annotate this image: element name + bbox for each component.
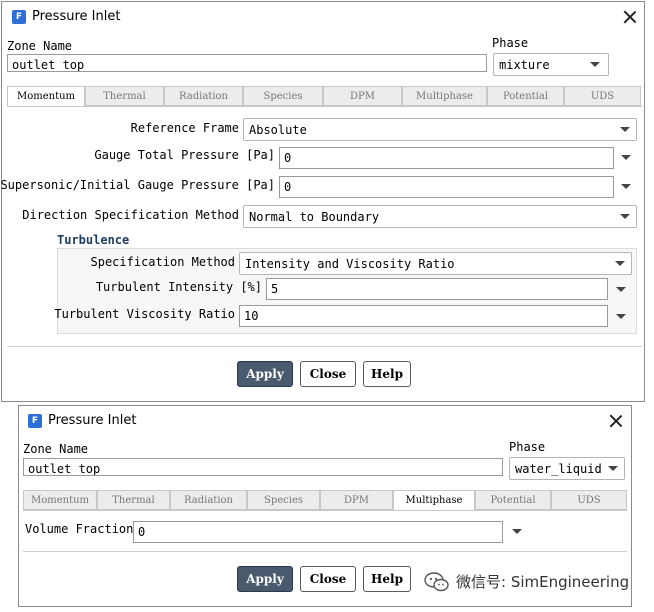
specification-method-label: Specification Method (90, 255, 236, 269)
phase-value: water_liquid (515, 462, 602, 476)
zone-name-label: Zone Name (23, 442, 89, 456)
close-icon[interactable] (608, 413, 624, 429)
zone-name-field[interactable]: outlet_top (7, 54, 487, 72)
phase-value: mixture (499, 58, 550, 72)
zone-name-field[interactable]: outlet_top (23, 458, 503, 476)
close-button[interactable]: Close (300, 566, 356, 592)
turbulent-intensity-field[interactable]: 5 (266, 278, 608, 300)
chevron-down-icon[interactable] (621, 155, 631, 160)
tab-species[interactable]: Species (243, 86, 323, 106)
direction-method-dropdown[interactable]: Normal to Boundary (243, 205, 637, 228)
chevron-down-icon (608, 466, 618, 471)
turbulent-intensity-label: Turbulent Intensity [%] (95, 280, 262, 294)
title-bar: F Pressure Inlet (19, 406, 631, 436)
direction-method-value: Normal to Boundary (249, 210, 380, 224)
chevron-down-icon (620, 214, 630, 219)
fluent-app-icon: F (12, 10, 26, 24)
reference-frame-label: Reference Frame (130, 121, 239, 135)
tab-potential[interactable]: Potential (475, 490, 551, 510)
tab-uds[interactable]: UDS (551, 490, 627, 510)
volume-fraction-label: Volume Fraction (25, 522, 134, 536)
supersonic-pressure-label: Supersonic/Initial Gauge Pressure [Pa] (0, 178, 275, 192)
phase-label: Phase (509, 440, 546, 454)
phase-dropdown[interactable]: mixture (493, 53, 609, 76)
supersonic-pressure-field[interactable]: 0 (279, 176, 614, 198)
tab-momentum[interactable]: Momentum (7, 86, 85, 107)
tab-potential[interactable]: Potential (487, 86, 564, 106)
dialog-title: Pressure Inlet (32, 9, 121, 24)
chevron-down-icon (615, 261, 625, 266)
chevron-down-icon (620, 127, 630, 132)
chevron-down-icon[interactable] (512, 529, 522, 534)
tab-thermal[interactable]: Thermal (85, 86, 164, 106)
gauge-total-pressure-field[interactable]: 0 (279, 147, 614, 169)
tab-panel-border (7, 106, 642, 107)
tab-multiphase[interactable]: Multiphase (393, 490, 475, 511)
specification-method-dropdown[interactable]: Intensity and Viscosity Ratio (239, 252, 632, 275)
apply-button[interactable]: Apply (237, 361, 293, 387)
zone-name-label: Zone Name (7, 39, 73, 53)
tab-radiation[interactable]: Radiation (164, 86, 243, 106)
apply-button[interactable]: Apply (237, 566, 293, 592)
tab-dpm[interactable]: DPM (320, 490, 393, 510)
tab-bar: Momentum Thermal Radiation Species DPM M… (23, 490, 627, 511)
pressure-inlet-dialog-mixture: F Pressure Inlet Zone Name outlet_top Ph… (0, 1, 645, 402)
close-icon[interactable] (622, 9, 638, 25)
turbulent-viscosity-ratio-field[interactable]: 10 (239, 305, 608, 327)
chevron-down-icon[interactable] (616, 314, 626, 319)
tab-dpm[interactable]: DPM (323, 86, 402, 106)
button-separator (23, 551, 627, 552)
watermark-text: 微信号: SimEngineering (456, 573, 630, 591)
help-button[interactable]: Help (363, 361, 411, 387)
help-button[interactable]: Help (363, 566, 411, 592)
tab-radiation[interactable]: Radiation (170, 490, 247, 510)
turbulent-viscosity-ratio-label: Turbulent Viscosity Ratio (54, 307, 235, 321)
reference-frame-value: Absolute (249, 123, 307, 137)
button-separator (7, 346, 642, 347)
tab-uds[interactable]: UDS (564, 86, 641, 106)
close-button[interactable]: Close (300, 361, 356, 387)
gauge-total-pressure-label: Gauge Total Pressure [Pa] (94, 148, 275, 162)
title-bar: F Pressure Inlet (2, 2, 644, 32)
tab-multiphase[interactable]: Multiphase (402, 86, 487, 106)
dialog-title: Pressure Inlet (48, 413, 137, 428)
fluent-app-icon: F (28, 414, 42, 428)
tab-bar: Momentum Thermal Radiation Species DPM M… (7, 86, 642, 107)
tab-momentum[interactable]: Momentum (23, 490, 97, 510)
phase-label: Phase (492, 36, 529, 50)
tab-species[interactable]: Species (247, 490, 320, 510)
turbulence-group-title: Turbulence (57, 233, 130, 247)
phase-dropdown[interactable]: water_liquid (509, 457, 625, 480)
tab-panel-border (23, 510, 627, 511)
direction-method-label: Direction Specification Method (22, 208, 239, 222)
reference-frame-dropdown[interactable]: Absolute (243, 118, 637, 141)
tab-thermal[interactable]: Thermal (97, 490, 170, 510)
volume-fraction-field[interactable]: 0 (133, 521, 503, 543)
chevron-down-icon[interactable] (621, 184, 631, 189)
chevron-down-icon (590, 62, 600, 67)
wechat-icon (424, 572, 449, 592)
chevron-down-icon[interactable] (616, 287, 626, 292)
specification-method-value: Intensity and Viscosity Ratio (245, 257, 455, 271)
